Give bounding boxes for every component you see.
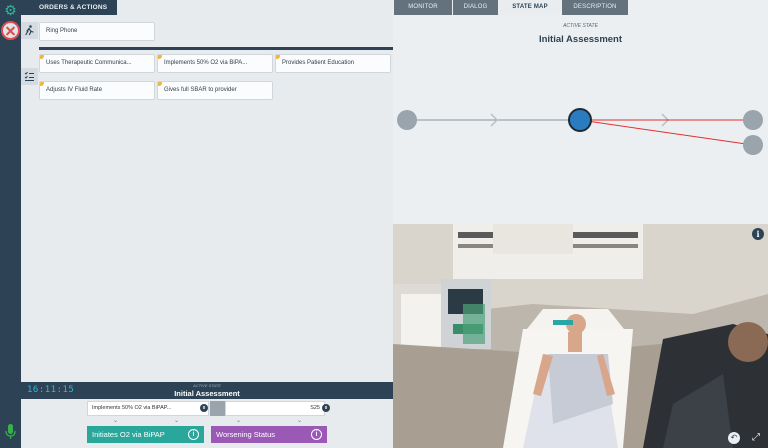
tab-monitor[interactable]: MONITOR [394,0,452,15]
section-divider [39,47,393,50]
icon-rail: ⚙ [0,0,21,448]
star-icon [40,55,44,59]
segment-marker: 0 [200,404,208,412]
microphone-icon[interactable] [5,424,16,440]
chevron-down-icon: ⌄ [297,418,303,424]
ring-phone-action[interactable]: Ring Phone [39,22,155,41]
active-state-label: ACTIVE STATE [193,383,221,388]
chevron-down-icon: ⌄ [236,418,242,424]
state-segment-left[interactable]: Implements 50% O2 via BiPAP... [87,401,209,416]
initiates-o2-button[interactable]: Initiates O2 via BiPAP i [87,426,204,443]
action-adjust-iv[interactable]: Adjusts IV Fluid Rate [39,81,155,100]
gear-icon[interactable]: ⚙ [3,3,18,18]
state-segment-right[interactable]: S25 [225,401,325,416]
state-node [743,110,763,130]
info-icon[interactable]: i [752,228,764,240]
action-implements-o2[interactable]: Implements 50% O2 via BiPA... [157,54,273,73]
state-link-red [579,119,754,146]
simulation-scene[interactable]: i ↶ ⤢ [393,224,768,448]
action-sbar[interactable]: Gives full SBAR to provider [157,81,273,100]
state-node-active [568,108,592,132]
star-icon [40,82,44,86]
orders-panel: ORDERS & ACTIONS Ring Phone Uses Therape… [21,0,393,448]
tab-strip [117,0,393,15]
chevron-down-icon: ⌄ [174,418,180,424]
hospital-room-image [393,224,768,448]
running-person-icon[interactable] [21,22,38,39]
state-segment-current[interactable] [210,401,225,416]
state-map-diagram [397,108,763,155]
active-state-label: ACTIVE STATE [563,23,598,29]
state-map-panel: MONITOR DIALOG STATE MAP DESCRIPTION ACT… [393,0,768,224]
tab-state-map[interactable]: STATE MAP [499,0,561,15]
expand-icon[interactable]: ⤢ [750,432,762,444]
action-patient-education[interactable]: Provides Patient Education [275,54,391,73]
state-transitions: Implements 50% O2 via BiPAP... 0 S25 0 ⌄… [21,399,393,448]
star-icon [276,55,280,59]
stop-icon[interactable] [1,21,20,40]
tab-description[interactable]: DESCRIPTION [562,0,628,15]
state-node [743,135,763,155]
reset-view-icon[interactable]: ↶ [728,432,740,444]
right-tabs: MONITOR DIALOG STATE MAP DESCRIPTION [393,0,768,15]
state-node [397,110,417,130]
active-state-title: Initial Assessment [174,389,240,398]
checklist-icon[interactable] [21,68,38,85]
worsening-status-button[interactable]: Worsening Status i [211,426,327,443]
active-state-title: Initial Assessment [538,34,623,45]
tab-dialog[interactable]: DIALOG [453,0,498,15]
star-icon [158,82,162,86]
chevron-down-icon: ⌄ [113,418,119,424]
info-icon[interactable]: i [188,429,199,440]
action-therapeutic-communication[interactable]: Uses Therapeutic Communica... [39,54,155,73]
info-icon[interactable]: i [311,429,322,440]
star-icon [158,55,162,59]
status-bar: 16:11:15 ACTIVE STATE Initial Assessment [21,382,393,399]
orders-actions-tab[interactable]: ORDERS & ACTIONS [21,0,117,15]
segment-marker: 0 [322,404,330,412]
